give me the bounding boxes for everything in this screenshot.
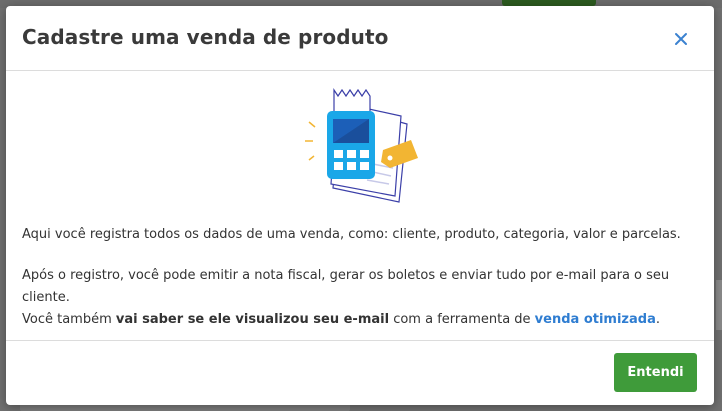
description-paragraph-2-line-2: Você também vai saber se ele visualizou … bbox=[22, 309, 702, 331]
text-segment: Você também bbox=[22, 312, 116, 327]
text-segment: . bbox=[655, 312, 660, 327]
modal-header: Cadastre uma venda de produto bbox=[6, 6, 714, 71]
sale-registration-modal: Cadastre uma venda de produto Aqui você … bbox=[6, 6, 714, 405]
text-segment: com a ferramenta de bbox=[389, 312, 535, 327]
description-paragraph-2-line-1: Após o registro, você pode emitir a nota… bbox=[22, 268, 670, 305]
confirm-button[interactable]: Entendi bbox=[614, 353, 697, 392]
modal-title: Cadastre uma venda de produto bbox=[22, 25, 389, 49]
close-button[interactable] bbox=[670, 28, 692, 50]
modal-description: Aqui você registra todos os dados de uma… bbox=[22, 224, 702, 331]
description-paragraph-1: Aqui você registra todos os dados de uma… bbox=[22, 227, 681, 242]
optimized-sale-link[interactable]: venda otimizada bbox=[535, 312, 656, 327]
bold-text-segment: vai saber se ele visualizou seu e-mail bbox=[115, 312, 390, 327]
pos-terminal-illustration bbox=[305, 88, 418, 203]
modal-footer: Entendi bbox=[6, 340, 714, 405]
background-panel-edge bbox=[716, 280, 722, 330]
close-icon[interactable] bbox=[674, 32, 688, 46]
